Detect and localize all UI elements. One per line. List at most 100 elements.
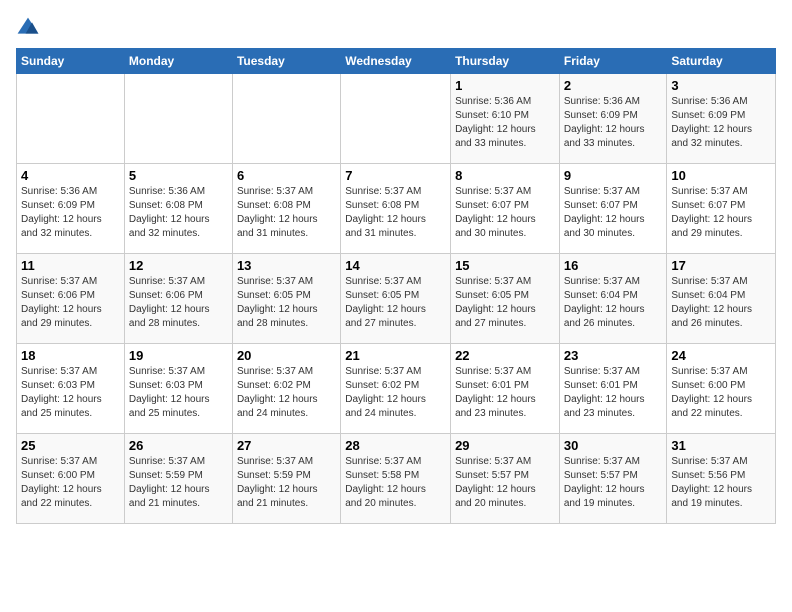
calendar-day-cell: 5 Sunrise: 5:36 AM Sunset: 6:08 PM Daylig… (124, 164, 232, 254)
day-number: 9 (564, 168, 663, 183)
day-number: 27 (237, 438, 336, 453)
calendar-day-cell: 18Sunrise: 5:37 AM Sunset: 6:03 PM Dayli… (17, 344, 125, 434)
day-info: Sunrise: 5:37 AM Sunset: 6:08 PM Dayligh… (237, 185, 336, 241)
day-number: 19 (129, 348, 228, 363)
calendar-week-row: 25Sunrise: 5:37 AM Sunset: 6:00 PM Dayli… (17, 434, 776, 524)
day-info: Sunrise: 5:37 AM Sunset: 6:00 PM Dayligh… (671, 365, 771, 421)
day-info: Sunrise: 5:37 AM Sunset: 6:01 PM Dayligh… (455, 365, 555, 421)
weekday-header-cell: Monday (124, 49, 232, 74)
day-number: 12 (129, 258, 228, 273)
day-number: 26 (129, 438, 228, 453)
day-number: 11 (21, 258, 120, 273)
day-info: Sunrise: 5:37 AM Sunset: 5:56 PM Dayligh… (671, 455, 771, 511)
day-info: Sunrise: 5:37 AM Sunset: 6:05 PM Dayligh… (237, 275, 336, 331)
day-info: Sunrise: 5:37 AM Sunset: 6:07 PM Dayligh… (564, 185, 663, 241)
day-number: 13 (237, 258, 336, 273)
day-info: Sunrise: 5:36 AM Sunset: 6:10 PM Dayligh… (455, 95, 555, 151)
day-info: Sunrise: 5:36 AM Sunset: 6:09 PM Dayligh… (21, 185, 120, 241)
day-info: Sunrise: 5:37 AM Sunset: 5:59 PM Dayligh… (237, 455, 336, 511)
day-number: 21 (345, 348, 446, 363)
calendar-day-cell: 28Sunrise: 5:37 AM Sunset: 5:58 PM Dayli… (341, 434, 451, 524)
calendar-week-row: 1 Sunrise: 5:36 AM Sunset: 6:10 PM Daylig… (17, 74, 776, 164)
day-number: 2 (564, 78, 663, 93)
day-number: 1 (455, 78, 555, 93)
day-info: Sunrise: 5:36 AM Sunset: 6:08 PM Dayligh… (129, 185, 228, 241)
calendar-day-cell: 17Sunrise: 5:37 AM Sunset: 6:04 PM Dayli… (667, 254, 776, 344)
calendar-day-cell: 3 Sunrise: 5:36 AM Sunset: 6:09 PM Daylig… (667, 74, 776, 164)
day-number: 24 (671, 348, 771, 363)
day-number: 17 (671, 258, 771, 273)
calendar-day-cell: 8 Sunrise: 5:37 AM Sunset: 6:07 PM Daylig… (451, 164, 560, 254)
calendar-week-row: 18 Sunrise: 5:37 AM Sunset: 6:03 PM Dayli… (17, 344, 776, 434)
weekday-header-row: SundayMondayTuesdayWednesdayThursdayFrid… (17, 49, 776, 74)
day-number: 22 (455, 348, 555, 363)
day-info: Sunrise: 5:37 AM Sunset: 5:57 PM Dayligh… (564, 455, 663, 511)
calendar-week-row: 11 Sunrise: 5:37 AM Sunset: 6:06 PM Dayli… (17, 254, 776, 344)
day-number: 31 (671, 438, 771, 453)
day-number: 28 (345, 438, 446, 453)
calendar-day-cell: 19 Sunrise: 5:37 AM Sunset: 6:03 PM Dayli… (124, 344, 232, 434)
day-info: Sunrise: 5:37 AM Sunset: 6:08 PM Dayligh… (345, 185, 446, 241)
calendar-day-cell: 13 Sunrise: 5:37 AM Sunset: 6:05 PM Dayli… (232, 254, 340, 344)
calendar-day-cell: 14Sunrise: 5:37 AM Sunset: 6:05 PM Dayli… (341, 254, 451, 344)
calendar-day-cell: 27 Sunrise: 5:37 AM Sunset: 5:59 PM Dayli… (232, 434, 340, 524)
calendar-day-cell: 30Sunrise: 5:37 AM Sunset: 5:57 PM Dayli… (559, 434, 667, 524)
day-info: Sunrise: 5:37 AM Sunset: 6:05 PM Dayligh… (345, 275, 446, 331)
day-number: 3 (671, 78, 771, 93)
calendar-day-cell: 21 Sunrise: 5:37 AM Sunset: 6:02 PM Dayli… (341, 344, 451, 434)
calendar-day-cell: 12 Sunrise: 5:37 AM Sunset: 6:06 PM Dayli… (124, 254, 232, 344)
calendar-day-cell: 4 Sunrise: 5:36 AM Sunset: 6:09 PM Daylig… (17, 164, 125, 254)
day-number: 16 (564, 258, 663, 273)
calendar-body: 1 Sunrise: 5:36 AM Sunset: 6:10 PM Daylig… (17, 74, 776, 524)
day-number: 4 (21, 168, 120, 183)
day-number: 25 (21, 438, 120, 453)
weekday-header-cell: Tuesday (232, 49, 340, 74)
day-info: Sunrise: 5:36 AM Sunset: 6:09 PM Dayligh… (671, 95, 771, 151)
calendar-day-cell: 26 Sunrise: 5:37 AM Sunset: 5:59 PM Dayli… (124, 434, 232, 524)
weekday-header-cell: Friday (559, 49, 667, 74)
day-number: 20 (237, 348, 336, 363)
day-info: Sunrise: 5:36 AM Sunset: 6:09 PM Dayligh… (564, 95, 663, 151)
calendar-day-cell (124, 74, 232, 164)
calendar-day-cell: 2 Sunrise: 5:36 AM Sunset: 6:09 PM Daylig… (559, 74, 667, 164)
calendar-day-cell: 20 Sunrise: 5:37 AM Sunset: 6:02 PM Dayli… (232, 344, 340, 434)
day-info: Sunrise: 5:37 AM Sunset: 5:57 PM Dayligh… (455, 455, 555, 511)
calendar-day-cell: 15 Sunrise: 5:37 AM Sunset: 6:05 PM Dayli… (451, 254, 560, 344)
day-number: 10 (671, 168, 771, 183)
day-info: Sunrise: 5:37 AM Sunset: 5:59 PM Dayligh… (129, 455, 228, 511)
day-info: Sunrise: 5:37 AM Sunset: 6:06 PM Dayligh… (129, 275, 228, 331)
calendar-day-cell: 23 Sunrise: 5:37 AM Sunset: 6:01 PM Dayli… (559, 344, 667, 434)
day-number: 29 (455, 438, 555, 453)
calendar-day-cell: 6 Sunrise: 5:37 AM Sunset: 6:08 PM Daylig… (232, 164, 340, 254)
calendar-day-cell (232, 74, 340, 164)
day-number: 18 (21, 348, 120, 363)
day-number: 15 (455, 258, 555, 273)
day-number: 5 (129, 168, 228, 183)
calendar-day-cell (17, 74, 125, 164)
day-info: Sunrise: 5:37 AM Sunset: 6:01 PM Dayligh… (564, 365, 663, 421)
day-info: Sunrise: 5:37 AM Sunset: 6:02 PM Dayligh… (345, 365, 446, 421)
day-info: Sunrise: 5:37 AM Sunset: 6:02 PM Dayligh… (237, 365, 336, 421)
day-number: 6 (237, 168, 336, 183)
day-number: 23 (564, 348, 663, 363)
day-info: Sunrise: 5:37 AM Sunset: 6:06 PM Dayligh… (21, 275, 120, 331)
day-info: Sunrise: 5:37 AM Sunset: 6:05 PM Dayligh… (455, 275, 555, 331)
logo (16, 16, 42, 40)
day-info: Sunrise: 5:37 AM Sunset: 6:03 PM Dayligh… (129, 365, 228, 421)
calendar-day-cell: 11 Sunrise: 5:37 AM Sunset: 6:06 PM Dayli… (17, 254, 125, 344)
calendar-day-cell: 1 Sunrise: 5:36 AM Sunset: 6:10 PM Daylig… (451, 74, 560, 164)
calendar-day-cell (341, 74, 451, 164)
weekday-header-cell: Thursday (451, 49, 560, 74)
day-info: Sunrise: 5:37 AM Sunset: 6:04 PM Dayligh… (564, 275, 663, 331)
calendar-day-cell: 25Sunrise: 5:37 AM Sunset: 6:00 PM Dayli… (17, 434, 125, 524)
calendar-day-cell: 9 Sunrise: 5:37 AM Sunset: 6:07 PM Daylig… (559, 164, 667, 254)
day-number: 8 (455, 168, 555, 183)
day-number: 7 (345, 168, 446, 183)
weekday-header-cell: Saturday (667, 49, 776, 74)
day-info: Sunrise: 5:37 AM Sunset: 6:07 PM Dayligh… (455, 185, 555, 241)
calendar-week-row: 4 Sunrise: 5:36 AM Sunset: 6:09 PM Daylig… (17, 164, 776, 254)
calendar-day-cell: 24 Sunrise: 5:37 AM Sunset: 6:00 PM Dayli… (667, 344, 776, 434)
logo-icon (16, 16, 40, 40)
calendar-day-cell: 7 Sunrise: 5:37 AM Sunset: 6:08 PM Daylig… (341, 164, 451, 254)
calendar-day-cell: 29 Sunrise: 5:37 AM Sunset: 5:57 PM Dayli… (451, 434, 560, 524)
